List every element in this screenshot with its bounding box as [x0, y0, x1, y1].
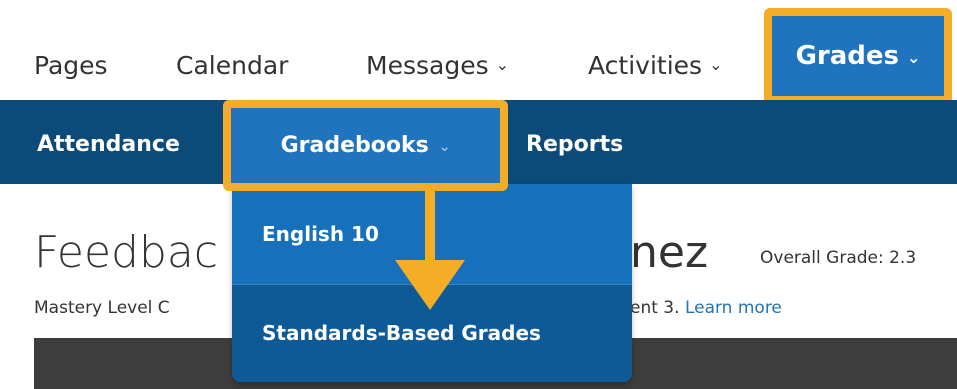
subnav-item-reports[interactable]: Reports	[526, 128, 623, 162]
chevron-down-icon: ⌄	[907, 47, 921, 67]
chevron-down-icon: ⌄	[495, 55, 510, 74]
page-title-right: nez	[630, 227, 709, 278]
subnav-item-label: Attendance	[37, 132, 180, 157]
subnav-item-gradebooks[interactable]: Gradebooks ⌄	[223, 100, 508, 191]
nav-item-grades[interactable]: Grades ⌄	[764, 8, 952, 104]
learn-more-link[interactable]: Learn more	[685, 298, 782, 318]
nav-item-label: Grades	[795, 41, 900, 71]
subnav-item-attendance[interactable]: Attendance	[37, 128, 180, 162]
nav-item-activities[interactable]: Activities ⌄	[588, 44, 722, 89]
page-title-left: Feedbac	[34, 227, 219, 278]
dropdown-item-label: English 10	[262, 222, 379, 246]
overall-grade: Overall Grade: 2.3	[760, 248, 917, 268]
mastery-text-tail: ent 3.	[630, 298, 680, 318]
nav-item-messages[interactable]: Messages ⌄	[366, 44, 509, 89]
dropdown-item-label: Standards-Based Grades	[262, 321, 541, 345]
nav-item-pages[interactable]: Pages	[34, 44, 108, 88]
nav-item-label: Messages	[366, 51, 489, 80]
nav-item-calendar[interactable]: Calendar	[176, 44, 288, 88]
nav-item-label: Pages	[34, 51, 108, 80]
chevron-down-icon: ⌄	[438, 138, 451, 155]
nav-item-label: Calendar	[176, 51, 289, 80]
subnav-item-label: Gradebooks	[280, 133, 429, 158]
callout-arrow-icon	[395, 190, 465, 310]
chevron-down-icon: ⌄	[709, 55, 723, 74]
mastery-text-left: Mastery Level C	[34, 298, 170, 318]
top-navigation: Pages Calendar Messages ⌄ Activities ⌄ Gra…	[0, 0, 957, 104]
mastery-text-right: ent 3. Learn more	[630, 295, 782, 321]
subnav-item-label: Reports	[526, 132, 624, 157]
nav-item-label: Activities	[588, 51, 703, 80]
